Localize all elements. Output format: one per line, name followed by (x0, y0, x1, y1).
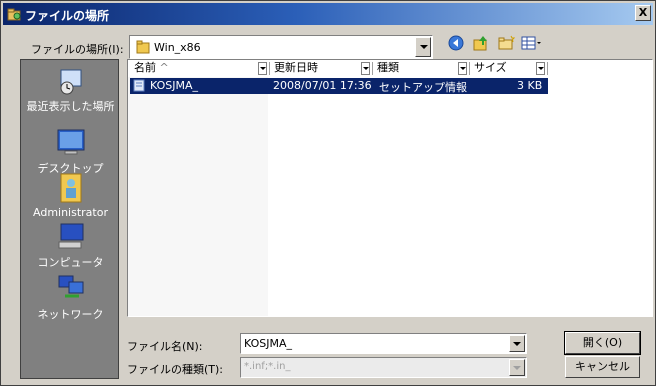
file-size-cell: 3 KB (517, 79, 543, 92)
place-recent[interactable]: 最近表示した場所 (21, 66, 120, 114)
column-divider[interactable] (547, 62, 548, 75)
dialog-title: ファイルの場所 (25, 9, 110, 23)
cancel-button[interactable]: キャンセル (565, 356, 640, 378)
table-row[interactable]: KOSJMA_ 2008/07/01 17:36 セットアップ情報 3 KB (130, 78, 548, 94)
column-headers: 名前 ^ 更新日時 種類 サイズ (128, 60, 652, 77)
setup-info-file-icon (133, 79, 145, 95)
filetype-select[interactable]: *.inf;*.in_ (240, 357, 527, 378)
look-in-label: ファイルの場所(I): (31, 43, 124, 56)
look-in-value: Win_x86 (154, 41, 201, 54)
recent-places-icon (60, 69, 81, 95)
file-modified-cell: 2008/07/01 17:36 (273, 79, 372, 92)
close-button[interactable]: X (635, 5, 651, 21)
file-open-dialog: ファイルの場所 X ファイルの場所(I): Win_x86 最近表示した場所 デ… (0, 0, 656, 386)
place-network[interactable]: ネットワーク (21, 274, 120, 322)
network-icon (58, 275, 83, 298)
column-filter-name[interactable] (258, 62, 267, 75)
filetype-label: ファイルの種類(T): (127, 363, 224, 376)
place-administrator[interactable]: Administrator (21, 170, 120, 219)
view-menu-icon[interactable] (521, 34, 541, 54)
column-filter-modified[interactable] (361, 62, 370, 75)
file-type-cell: セットアップ情報 (379, 81, 467, 94)
computer-icon (58, 223, 83, 249)
column-header-size[interactable]: サイズ (470, 60, 507, 77)
filetype-value: *.inf;*.in_ (244, 361, 291, 372)
new-folder-icon[interactable] (497, 34, 517, 54)
desktop-icon (57, 129, 84, 155)
title-bar[interactable]: ファイルの場所 X (3, 3, 653, 25)
places-bar: 最近表示した場所 デスクトップ Administrator コンピュータ ネット… (20, 59, 119, 379)
filename-dropdown-button[interactable] (509, 335, 525, 352)
column-filter-type[interactable] (458, 62, 467, 75)
name-column-shade (128, 77, 268, 316)
column-header-name[interactable]: 名前 ^ (130, 60, 169, 77)
filename-combo[interactable]: KOSJMA_ (240, 333, 527, 354)
file-name-cell: KOSJMA_ (150, 79, 199, 92)
column-header-type[interactable]: 種類 (373, 60, 399, 77)
filename-value: KOSJMA_ (244, 337, 293, 350)
dialog-icon (7, 7, 21, 24)
filename-label: ファイル名(N): (127, 340, 203, 353)
column-filter-size[interactable] (536, 62, 545, 75)
place-desktop[interactable]: デスクトップ (21, 128, 120, 176)
look-in-combo[interactable]: Win_x86 (129, 35, 433, 59)
filetype-dropdown-button[interactable] (509, 359, 525, 376)
column-header-modified[interactable]: 更新日時 (270, 60, 318, 77)
folder-icon (136, 40, 150, 57)
look-in-dropdown-button[interactable] (415, 37, 431, 57)
open-button[interactable]: 開く(O) (564, 331, 641, 355)
user-folder-icon (60, 173, 81, 203)
place-computer[interactable]: コンピュータ (21, 222, 120, 270)
file-list[interactable]: 名前 ^ 更新日時 種類 サイズ KOSJMA_ 2008/07/01 17:3… (127, 59, 653, 317)
up-folder-icon[interactable] (472, 34, 492, 54)
back-icon[interactable] (447, 34, 467, 54)
